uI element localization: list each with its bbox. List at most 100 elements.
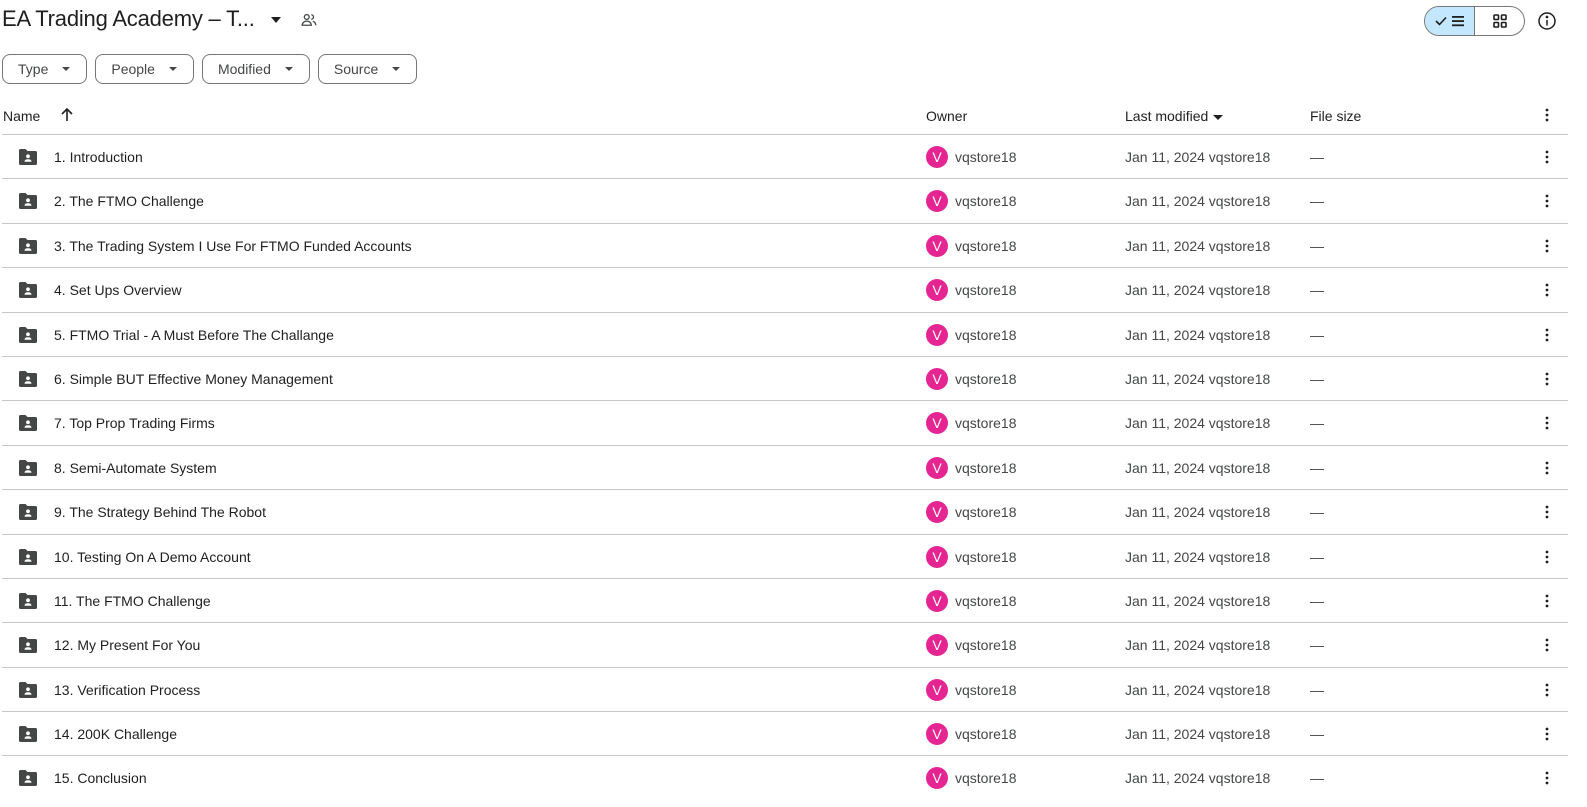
file-size: — [1310,193,1324,210]
file-name[interactable]: 6. Simple BUT Effective Money Management [54,371,333,387]
table-row[interactable]: 15. Conclusion V vqstore18 Jan 11, 2024 … [2,756,1568,800]
column-header-last-modified[interactable]: Last modified [1125,108,1224,124]
column-header-name[interactable]: Name [3,108,40,124]
file-name[interactable]: 11. The FTMO Challenge [54,593,211,609]
owner-name: vqstore18 [955,726,1017,743]
table-row[interactable]: 4. Set Ups Overview V vqstore18 Jan 11, … [2,268,1568,313]
filter-modified[interactable]: Modified [201,54,310,84]
filter-people[interactable]: People [95,54,194,84]
grid-view-button[interactable] [1475,7,1524,35]
owner-avatar: V [926,545,948,568]
filter-label: Type [18,61,49,77]
file-name[interactable]: 7. Top Prop Trading Firms [54,415,215,431]
owner-name: vqstore18 [955,370,1017,387]
last-modified: Jan 11, 2024 vqstore18 [1125,326,1271,343]
more-vert-icon[interactable] [1539,504,1555,520]
table-row[interactable]: 8. Semi-Automate System V vqstore18 Jan … [2,446,1568,491]
more-vert-icon[interactable] [1539,682,1555,698]
more-vert-icon[interactable] [1539,282,1555,298]
file-size: — [1310,282,1324,299]
table-row[interactable]: 10. Testing On A Demo Account V vqstore1… [2,535,1568,579]
owner-avatar: V [926,501,948,524]
file-name[interactable]: 3. The Trading System I Use For FTMO Fun… [54,238,412,254]
table-header: Name Owner Last modified File size [2,95,1568,135]
file-name[interactable]: 10. Testing On A Demo Account [54,549,251,565]
people-icon [301,13,317,26]
file-name[interactable]: 2. The FTMO Challenge [54,193,204,209]
last-modified: Jan 11, 2024 vqstore18 [1125,193,1271,210]
owner-name: vqstore18 [955,193,1017,210]
file-size: — [1310,459,1324,476]
owner-avatar: V [926,279,948,302]
grid-icon [1492,14,1507,28]
shared-folder-icon [19,592,37,609]
table-row[interactable]: 5. FTMO Trial - A Must Before The Challa… [2,313,1568,357]
caret-down-icon[interactable] [268,12,284,28]
column-header-owner[interactable]: Owner [926,108,967,124]
table-row[interactable]: 7. Top Prop Trading Firms V vqstore18 Ja… [2,401,1568,446]
table-row[interactable]: 3. The Trading System I Use For FTMO Fun… [2,224,1568,269]
owner-name: vqstore18 [955,592,1017,609]
file-name[interactable]: 5. FTMO Trial - A Must Before The Challa… [54,327,334,343]
shared-folder-icon [19,415,37,432]
more-vert-icon[interactable] [1539,193,1555,209]
table-row[interactable]: 1. Introduction V vqstore18 Jan 11, 2024… [2,135,1568,180]
check-list-icon [1434,16,1464,27]
folder-title[interactable]: EA Trading Academy – T... [2,6,255,32]
file-size: — [1310,637,1324,654]
file-name[interactable]: 8. Semi-Automate System [54,460,217,476]
more-vert-icon[interactable] [1539,770,1555,786]
info-icon[interactable] [1537,11,1557,31]
caret-down-icon [62,67,71,71]
table-row[interactable]: 12. My Present For You V vqstore18 Jan 1… [2,623,1568,668]
file-name[interactable]: 12. My Present For You [54,637,200,653]
shared-folder-icon [19,681,37,698]
file-size: — [1310,504,1324,521]
filter-chips: Type People Modified Source [2,54,418,84]
owner-avatar: V [926,634,948,657]
file-size: — [1310,548,1324,565]
table-row[interactable]: 11. The FTMO Challenge V vqstore18 Jan 1… [2,579,1568,624]
more-vert-icon[interactable] [1539,549,1555,565]
more-vert-icon[interactable] [1539,327,1555,343]
file-name[interactable]: 15. Conclusion [54,770,147,786]
shared-folder-icon [19,193,37,210]
more-vert-icon[interactable] [1539,726,1555,742]
file-name[interactable]: 9. The Strategy Behind The Robot [54,504,266,520]
column-header-label: Last modified [1125,108,1209,124]
column-header-file-size[interactable]: File size [1310,108,1361,124]
table-row[interactable]: 2. The FTMO Challenge V vqstore18 Jan 11… [2,179,1568,224]
more-vert-icon[interactable] [1539,238,1555,254]
filter-type[interactable]: Type [2,54,88,84]
table-row[interactable]: 13. Verification Process V vqstore18 Jan… [2,668,1568,713]
more-vert-icon[interactable] [1539,371,1555,387]
table-row[interactable]: 14. 200K Challenge V vqstore18 Jan 11, 2… [2,712,1568,757]
list-view-button[interactable] [1425,7,1475,35]
more-vert-icon[interactable] [1539,593,1555,609]
owner-avatar: V [926,456,948,479]
table-row[interactable]: 9. The Strategy Behind The Robot V vqsto… [2,490,1568,535]
caret-down-icon [284,67,293,71]
filter-source[interactable]: Source [317,54,418,84]
file-name[interactable]: 4. Set Ups Overview [54,282,182,298]
last-modified: Jan 11, 2024 vqstore18 [1125,459,1271,476]
owner-name: vqstore18 [955,681,1017,698]
more-vert-icon[interactable] [1539,107,1555,123]
file-name[interactable]: 14. 200K Challenge [54,726,177,742]
more-vert-icon[interactable] [1539,149,1555,165]
owner-avatar: V [926,767,948,790]
shared-folder-icon [19,504,37,521]
more-vert-icon[interactable] [1539,415,1555,431]
file-name[interactable]: 13. Verification Process [54,682,200,698]
caret-down-icon [1213,114,1224,120]
more-vert-icon[interactable] [1539,637,1555,653]
file-name[interactable]: 1. Introduction [54,149,143,165]
shared-folder-icon [19,326,37,343]
caret-down-icon [392,67,401,71]
table-row[interactable]: 6. Simple BUT Effective Money Management… [2,357,1568,402]
more-vert-icon[interactable] [1539,460,1555,476]
owner-name: vqstore18 [955,459,1017,476]
file-size: — [1310,149,1324,165]
arrow-up-icon[interactable] [59,107,75,123]
shared-folder-icon [19,637,37,654]
